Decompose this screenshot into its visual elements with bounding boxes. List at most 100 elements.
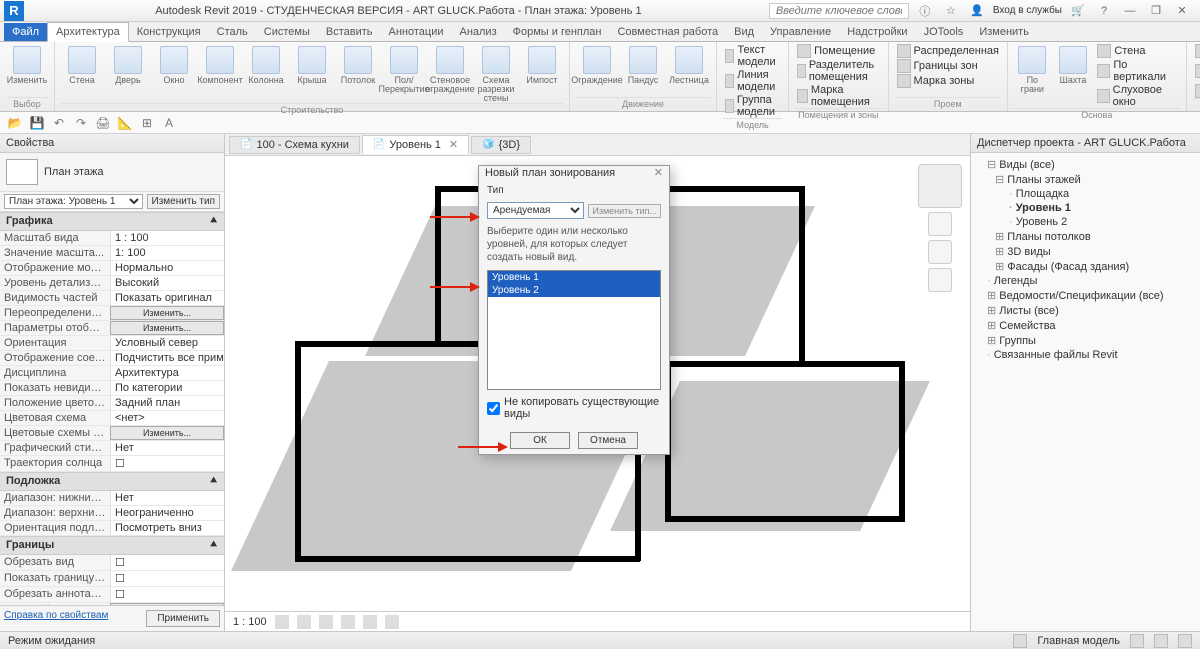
cancel-button[interactable]: Отмена xyxy=(578,432,638,449)
view-tab-3d[interactable]: 🧊 {3D} xyxy=(471,136,531,154)
property-grid[interactable]: Графика⯅ Масштаб вида1 : 100Значение мас… xyxy=(0,212,224,605)
grid-button[interactable]: Схема разрезки стены xyxy=(475,44,517,103)
qat-redo-icon[interactable]: ↷ xyxy=(72,114,90,132)
stair-button[interactable]: Лестница xyxy=(668,44,710,85)
property-row[interactable]: Параметры отображе...Изменить... xyxy=(0,321,224,336)
window-button[interactable]: Окно xyxy=(153,44,195,85)
property-row[interactable]: Показать границу обр... xyxy=(0,571,224,587)
nav-wheel-icon[interactable] xyxy=(928,212,952,236)
levels-list[interactable]: Уровень 1 Уровень 2 xyxy=(487,270,661,390)
open-vert-button[interactable]: По вертикали xyxy=(1095,59,1179,83)
level-button[interactable]: Уровень xyxy=(1193,44,1200,58)
qat-print-icon[interactable]: 🖨 xyxy=(94,114,112,132)
navigation-bar[interactable] xyxy=(918,164,962,292)
dormer-button[interactable]: Слуховое окно xyxy=(1095,84,1179,108)
tree-item[interactable]: 3D виды xyxy=(975,244,1196,259)
ok-button[interactable]: ОК xyxy=(510,432,570,449)
mullion-button[interactable]: Импост xyxy=(521,44,563,85)
tree-item[interactable]: Листы (все) xyxy=(975,303,1196,318)
info-icon[interactable]: ⓘ xyxy=(915,3,935,19)
property-row[interactable]: Траектория солнца xyxy=(0,456,224,472)
tree-item[interactable]: Уровень 1 xyxy=(975,201,1196,215)
qat-tag-icon[interactable]: A xyxy=(160,114,178,132)
railing-button[interactable]: Ограждение xyxy=(576,44,618,85)
tree-item[interactable]: Фасады (Фасад здания) xyxy=(975,259,1196,274)
tree-item[interactable]: Виды (все) xyxy=(975,157,1196,172)
tab-view[interactable]: Вид xyxy=(726,23,762,41)
properties-help-link[interactable]: Справка по свойствам xyxy=(4,610,142,627)
refplane-button[interactable]: Опорная плоскость xyxy=(1193,59,1200,83)
search-input[interactable] xyxy=(769,3,909,19)
edit-type-button[interactable]: Изменить тип xyxy=(147,194,220,209)
area-tag-button[interactable]: Марка зоны xyxy=(895,74,1001,88)
tree-item[interactable]: Семейства xyxy=(975,318,1196,333)
tree-item[interactable]: Ведомости/Спецификации (все) xyxy=(975,288,1196,303)
property-row[interactable]: Отображение соедине...Подчистить все при… xyxy=(0,351,224,366)
property-row[interactable]: Значение масшта...1: 100 xyxy=(0,246,224,261)
axis-button[interactable]: Ось xyxy=(1193,84,1200,98)
property-row[interactable]: Масштаб вида1 : 100 xyxy=(0,231,224,246)
maximize-icon[interactable]: ❐ xyxy=(1146,3,1166,19)
cart-icon[interactable]: 🛒 xyxy=(1068,3,1088,19)
property-row[interactable]: Диапазон: верхний ур...Неограниченно xyxy=(0,506,224,521)
tab-analyze[interactable]: Анализ xyxy=(451,23,504,41)
tree-item[interactable]: Легенды xyxy=(975,274,1196,288)
qat-open-icon[interactable]: 📂 xyxy=(6,114,24,132)
no-copy-checkbox[interactable]: Не копировать существующие виды xyxy=(487,396,661,420)
area-button[interactable]: Распределенная xyxy=(895,44,1001,58)
user-icon[interactable]: 👤 xyxy=(967,3,987,19)
byface-button[interactable]: По грани xyxy=(1014,44,1051,94)
model-line-button[interactable]: Линия модели xyxy=(723,69,782,93)
tab-modify[interactable]: Изменить xyxy=(971,23,1037,41)
tab-addins[interactable]: Надстройки xyxy=(839,23,915,41)
type-dropdown[interactable]: Арендуемая xyxy=(487,202,584,219)
modify-button[interactable]: Изменить xyxy=(6,44,48,85)
tab-jotools[interactable]: JOTools xyxy=(916,23,972,41)
status-model[interactable]: Главная модель xyxy=(1037,635,1120,647)
property-row[interactable]: ДисциплинаАрхитектура xyxy=(0,366,224,381)
sun-path-icon[interactable] xyxy=(319,615,333,629)
component-button[interactable]: Компонент xyxy=(199,44,241,85)
floor-button[interactable]: Пол/Перекрытие xyxy=(383,44,425,94)
level-item-1[interactable]: Уровень 1 xyxy=(488,271,660,284)
edit-type-dialog-button[interactable]: Изменить тип... xyxy=(588,204,661,218)
type-selector[interactable]: План этажа: Уровень 1 xyxy=(4,194,143,209)
visual-style-icon[interactable] xyxy=(297,615,311,629)
pan-icon[interactable] xyxy=(928,240,952,264)
help-icon[interactable]: ? xyxy=(1094,3,1114,19)
property-row[interactable]: Переопределения вид...Изменить... xyxy=(0,306,224,321)
room-tag-button[interactable]: Марка помещения xyxy=(795,84,881,108)
qat-undo-icon[interactable]: ↶ xyxy=(50,114,68,132)
tree-item[interactable]: Площадка xyxy=(975,187,1196,201)
sb-pin-icon[interactable] xyxy=(1178,634,1192,648)
roof-button[interactable]: Крыша xyxy=(291,44,333,85)
model-group-button[interactable]: Группа модели xyxy=(723,94,782,118)
apply-button[interactable]: Применить xyxy=(146,610,220,627)
wall-button[interactable]: Стена xyxy=(61,44,103,85)
level-item-2[interactable]: Уровень 2 xyxy=(488,284,660,297)
tab-collab[interactable]: Совместная работа xyxy=(609,23,726,41)
tree-item[interactable]: Планы этажей xyxy=(975,172,1196,187)
tree-item[interactable]: Планы потолков xyxy=(975,229,1196,244)
dialog-close-icon[interactable]: ✕ xyxy=(654,166,663,179)
area-bound-button[interactable]: Границы зон xyxy=(895,59,1001,73)
property-row[interactable]: Обрезать аннотации xyxy=(0,587,224,603)
tab-annotate[interactable]: Аннотации xyxy=(381,23,452,41)
ceiling-button[interactable]: Потолок xyxy=(337,44,379,85)
property-row[interactable]: Диапазон: нижний ур...Нет xyxy=(0,491,224,506)
tab-structure[interactable]: Конструкция xyxy=(129,23,209,41)
shadows-icon[interactable] xyxy=(341,615,355,629)
model-text-button[interactable]: Текст модели xyxy=(723,44,782,68)
sb-select-icon[interactable] xyxy=(1013,634,1027,648)
close-icon[interactable]: ✕ xyxy=(1172,3,1192,19)
crop-icon[interactable] xyxy=(363,615,377,629)
sb-filter-icon[interactable] xyxy=(1130,634,1144,648)
view-cube[interactable] xyxy=(918,164,962,208)
property-row[interactable]: Цветовые схемы сист...Изменить... xyxy=(0,426,224,441)
qat-save-icon[interactable]: 💾 xyxy=(28,114,46,132)
star-icon[interactable]: ☆ xyxy=(941,3,961,19)
property-row[interactable]: Положение цветовой ...Задний план xyxy=(0,396,224,411)
ramp-button[interactable]: Пандус xyxy=(622,44,664,85)
tab-systems[interactable]: Системы xyxy=(256,23,318,41)
tab-architecture[interactable]: Архитектура xyxy=(47,22,129,42)
